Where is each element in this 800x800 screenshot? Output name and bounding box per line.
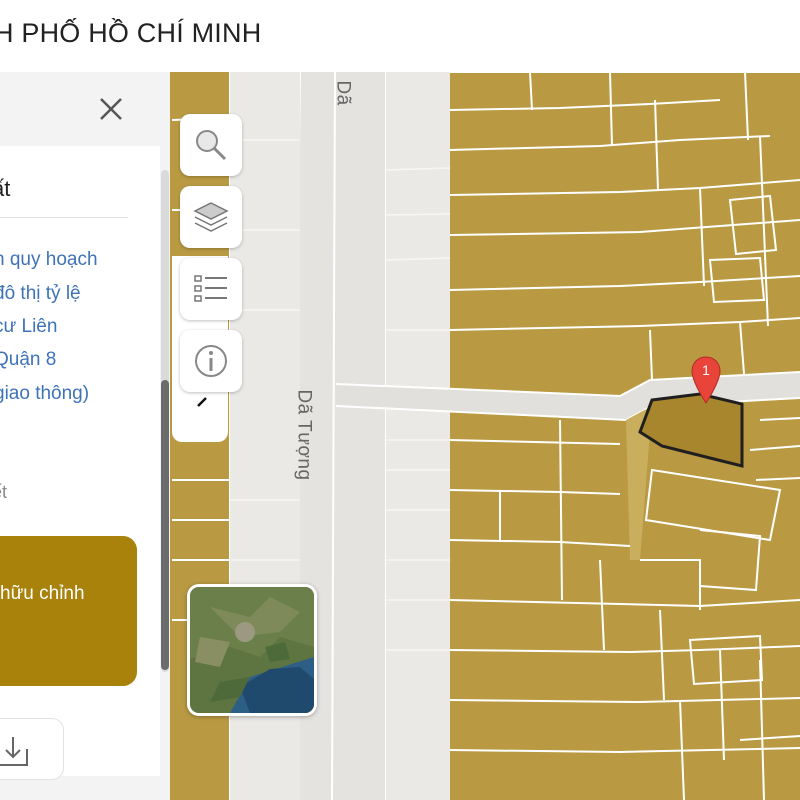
list-tool-button[interactable] [180,258,242,320]
street-label-da-tuong: Dã Tượng [293,389,315,481]
collapse-panel-handle[interactable] [194,396,214,416]
layers-icon [193,202,229,232]
panel-link-line-4[interactable]: Quận 8 [0,349,56,371]
panel-heading: ất [0,176,11,201]
info-panel: ất n quy hoạch đô thị tỷ lệ cư Liên Quận… [0,72,170,800]
panel-scrollbar-thumb[interactable] [161,380,169,670]
close-icon [100,98,122,120]
info-tool-button[interactable] [180,330,242,392]
layers-tool-button[interactable] [180,186,242,248]
map-toolbar [172,40,242,445]
search-tool-button[interactable] [180,114,242,176]
panel-muted-text: ết [0,482,8,502]
chevron-left-icon [197,397,207,407]
satellite-minimap-image [190,587,314,713]
search-icon [196,130,227,161]
panel-link-line-1[interactable]: n quy hoạch [0,249,98,271]
panel-scrollbar[interactable] [161,170,169,672]
panel-link-line-5[interactable]: giao thông) [0,383,89,405]
panel-link-line-3[interactable]: cư Liên [0,316,57,338]
marker-label: 1 [702,362,710,378]
panel-action-button[interactable]: hữu chỉnh [0,536,137,686]
panel-link-line-2[interactable]: đô thị tỷ lệ [0,283,81,305]
app-header: H PHỐ HỒ CHÍ MINH [0,0,800,72]
street-label-da: Dã [332,80,354,106]
list-icon [194,275,227,302]
selected-parcel [638,392,744,468]
minimap[interactable] [187,584,317,716]
location-marker[interactable]: 1 [690,356,722,404]
download-icon [0,737,28,766]
panel-divider [0,217,128,218]
info-icon [195,345,227,377]
close-button[interactable] [94,92,128,126]
download-button[interactable] [0,718,64,780]
panel-action-label: hữu chỉnh [0,583,85,604]
